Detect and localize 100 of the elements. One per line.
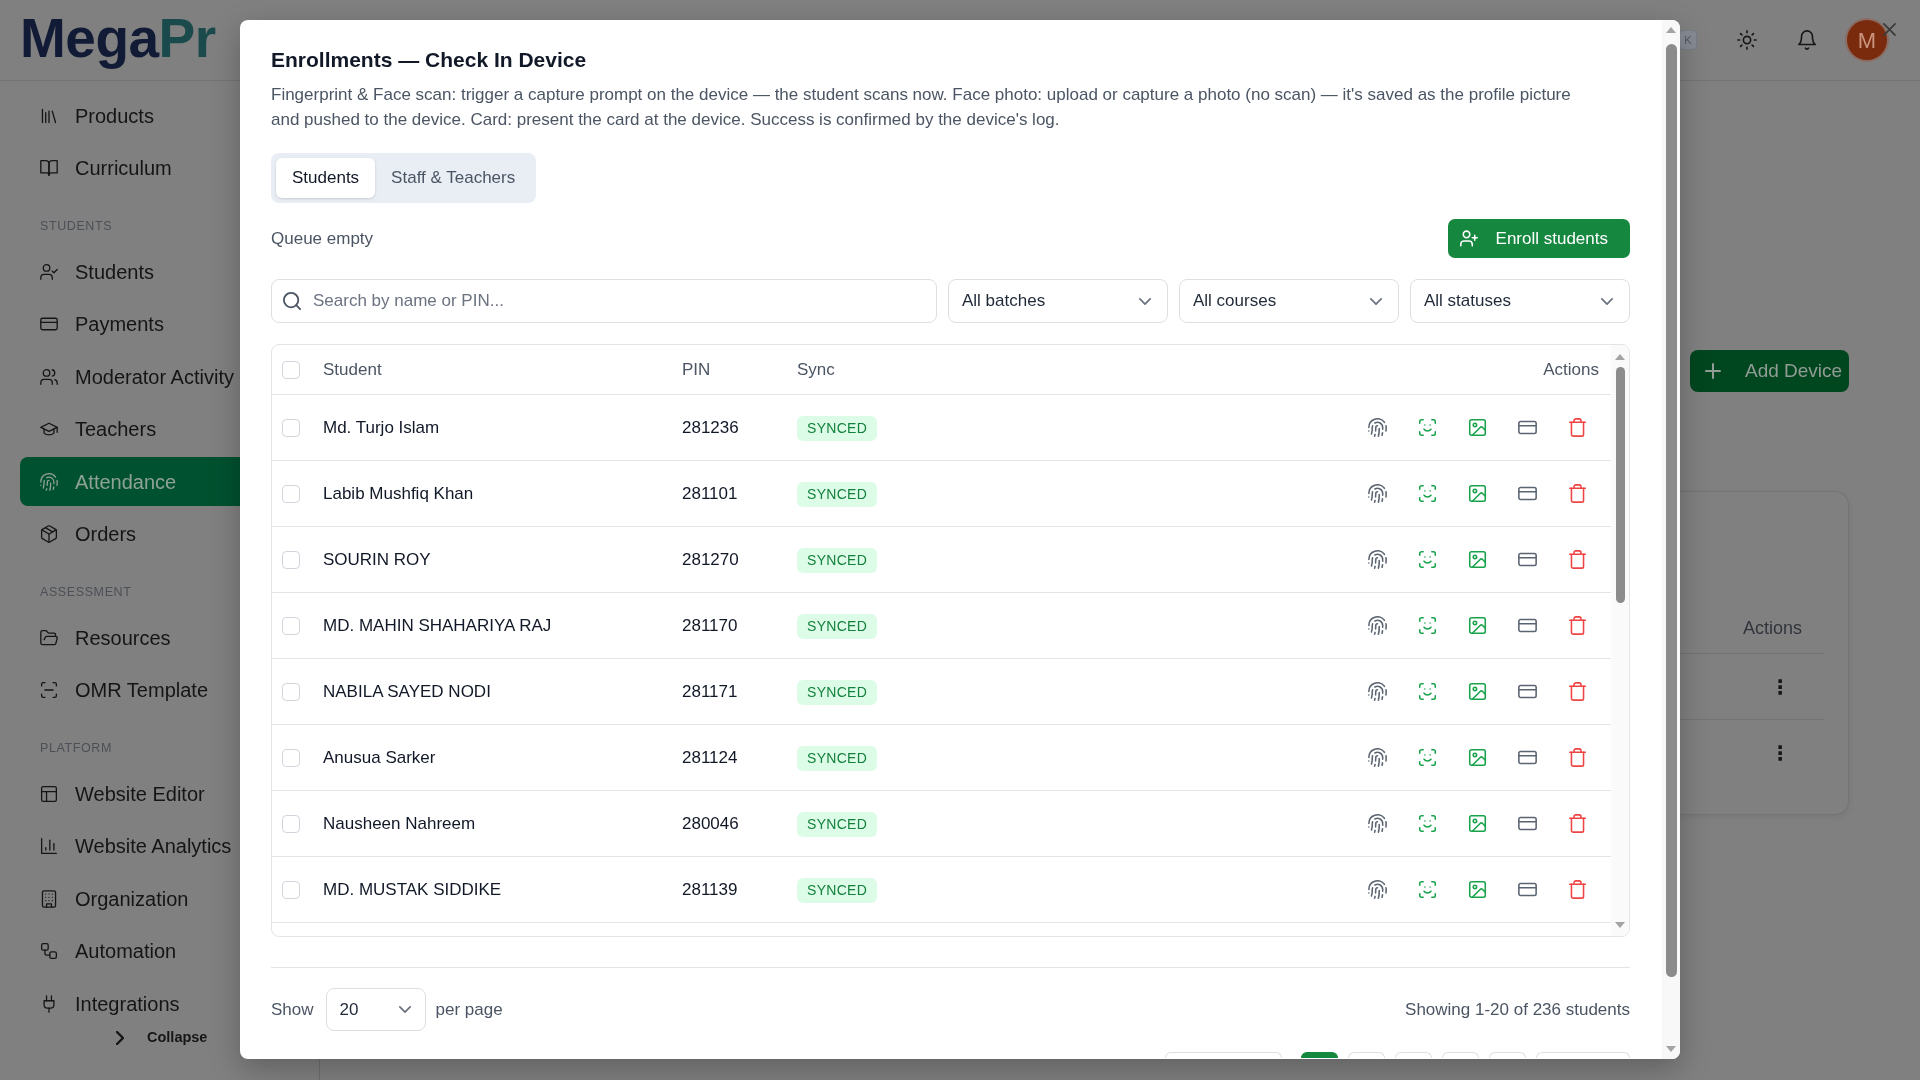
image-icon[interactable] — [1468, 814, 1487, 833]
add-device-button[interactable]: Add Device — [1690, 350, 1849, 392]
face-scan-icon[interactable] — [1418, 814, 1437, 833]
book-icon — [40, 159, 58, 177]
credit-card-icon[interactable] — [1518, 682, 1537, 701]
page-button[interactable] — [1301, 1052, 1338, 1058]
face-scan-icon[interactable] — [1418, 550, 1437, 569]
tab[interactable]: Students — [276, 158, 376, 198]
student-name: MD. MUSTAK SIDDIKE — [323, 879, 502, 899]
scrollbar-thumb[interactable] — [1665, 44, 1677, 977]
trash-icon[interactable] — [1568, 616, 1587, 635]
scroll-down-arrow-icon[interactable] — [1615, 922, 1625, 928]
sidebar-item[interactable]: Teachers — [20, 404, 240, 454]
sidebar-item[interactable]: Products — [20, 91, 240, 140]
page-size-dropdown[interactable]: 20 — [325, 988, 426, 1031]
trash-icon[interactable] — [1568, 550, 1587, 569]
credit-card-icon[interactable] — [1518, 880, 1537, 899]
checkbox[interactable] — [282, 814, 300, 833]
checkbox[interactable] — [282, 484, 300, 503]
sync-status: SYNCED — [797, 415, 878, 441]
credit-card-icon[interactable] — [1518, 616, 1537, 635]
tab[interactable]: Staff & Teachers — [375, 158, 532, 198]
fingerprint-icon[interactable] — [1368, 814, 1387, 833]
sidebar-item[interactable]: Orders — [20, 509, 240, 559]
image-icon[interactable] — [1468, 682, 1487, 701]
bell-icon[interactable] — [1797, 30, 1817, 50]
user-avatar[interactable]: M — [1847, 20, 1887, 60]
credit-card-icon[interactable] — [1518, 418, 1537, 437]
sidebar-item[interactable]: OMR Template — [20, 665, 240, 715]
filter-dropdown[interactable]: All statuses — [1410, 279, 1630, 323]
checkbox[interactable] — [282, 616, 300, 635]
fingerprint-icon[interactable] — [1368, 484, 1387, 503]
row-menu-button[interactable]: ⋮ — [1770, 743, 1790, 763]
graduation-cap-icon — [40, 420, 58, 438]
scrollbar[interactable] — [1662, 20, 1680, 1059]
trash-icon[interactable] — [1568, 814, 1587, 833]
scroll-down-arrow-icon[interactable] — [1666, 1046, 1676, 1052]
face-scan-icon[interactable] — [1418, 682, 1437, 701]
trash-icon[interactable] — [1568, 748, 1587, 767]
folder-icon — [40, 628, 58, 647]
trash-icon[interactable] — [1568, 682, 1587, 701]
fingerprint-icon[interactable] — [1368, 550, 1387, 569]
sidebar-item[interactable]: Moderator Activity — [20, 352, 240, 401]
enroll-students-button[interactable]: Enroll students — [1447, 219, 1630, 258]
queue-status: Queue empty — [271, 227, 374, 250]
sidebar-item[interactable]: Attendance — [20, 457, 240, 506]
sidebar-item[interactable]: Curriculum — [20, 143, 240, 193]
scrollbar[interactable] — [1611, 345, 1629, 936]
face-scan-icon[interactable] — [1418, 616, 1437, 635]
sidebar-item[interactable]: Website Analytics — [20, 821, 240, 871]
credit-card-icon[interactable] — [1518, 748, 1537, 767]
collapse-button[interactable]: Collapse — [116, 1028, 319, 1048]
credit-card-icon[interactable] — [1518, 814, 1537, 833]
checkbox[interactable] — [282, 360, 300, 379]
credit-card-icon[interactable] — [1518, 550, 1537, 569]
checkbox[interactable] — [282, 550, 300, 569]
image-icon[interactable] — [1468, 418, 1487, 437]
fingerprint-icon[interactable] — [1368, 418, 1387, 437]
trash-icon[interactable] — [1568, 880, 1587, 899]
close-icon[interactable] — [1883, 23, 1896, 36]
sidebar-item[interactable]: Integrations — [20, 979, 240, 1028]
filter-dropdown[interactable]: All batches — [948, 279, 1168, 323]
checkbox[interactable] — [282, 418, 300, 437]
sidebar-item[interactable]: Website Editor — [20, 769, 240, 818]
trash-icon[interactable] — [1568, 418, 1587, 437]
image-icon[interactable] — [1468, 484, 1487, 503]
credit-card-icon[interactable] — [1518, 484, 1537, 503]
sun-icon[interactable] — [1737, 30, 1757, 50]
image-icon[interactable] — [1468, 880, 1487, 899]
sidebar-item[interactable]: Automation — [20, 926, 240, 976]
fingerprint-icon[interactable] — [1368, 616, 1387, 635]
face-scan-icon[interactable] — [1418, 418, 1437, 437]
scroll-up-arrow-icon[interactable] — [1615, 354, 1625, 360]
image-icon[interactable] — [1468, 550, 1487, 569]
checkbox[interactable] — [282, 682, 300, 701]
scrollbar-thumb[interactable] — [1615, 367, 1625, 603]
user-plus-icon — [1459, 230, 1478, 247]
sidebar-item[interactable]: Resources — [20, 613, 240, 662]
fingerprint-icon[interactable] — [1368, 682, 1387, 701]
checkbox[interactable] — [282, 748, 300, 767]
column-header: Actions — [1543, 359, 1599, 379]
image-icon[interactable] — [1468, 748, 1487, 767]
face-scan-icon[interactable] — [1418, 484, 1437, 503]
checkbox[interactable] — [282, 880, 300, 899]
pin-text: 281171 — [682, 681, 738, 701]
row-menu-button[interactable]: ⋮ — [1770, 676, 1790, 697]
sidebar-item[interactable]: Organization — [20, 874, 240, 923]
sidebar-item[interactable]: Payments — [20, 299, 240, 349]
fingerprint-icon[interactable] — [1368, 880, 1387, 899]
face-scan-icon[interactable] — [1418, 880, 1437, 899]
image-icon[interactable] — [1468, 616, 1487, 635]
trash-icon[interactable] — [1568, 484, 1587, 503]
student-name: Anusua Sarker — [323, 747, 436, 767]
filter-dropdown[interactable]: All courses — [1179, 279, 1399, 323]
scroll-up-arrow-icon[interactable] — [1666, 27, 1676, 33]
sidebar-item[interactable]: Students — [20, 247, 240, 296]
books-icon — [40, 106, 58, 125]
face-scan-icon[interactable] — [1418, 748, 1437, 767]
search-field[interactable]: Search by name or PIN... — [271, 279, 937, 323]
fingerprint-icon[interactable] — [1368, 748, 1387, 767]
